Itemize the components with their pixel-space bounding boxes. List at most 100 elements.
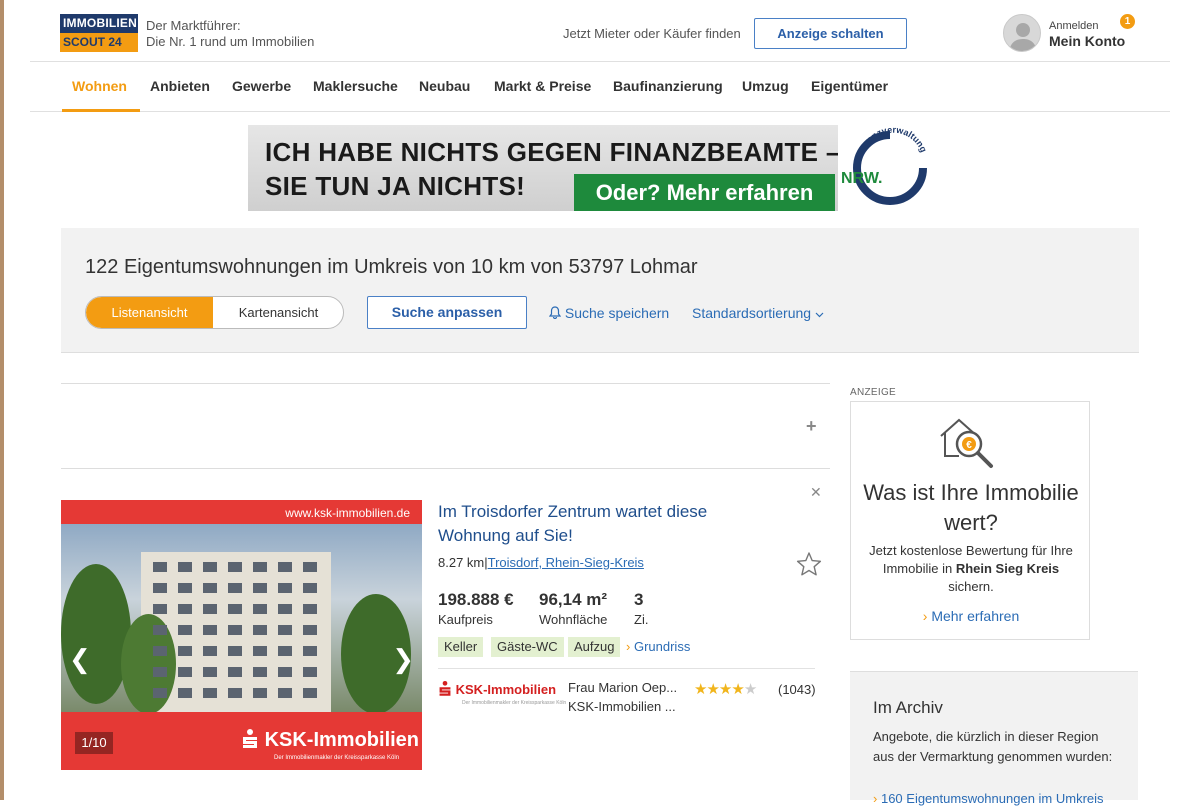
- sort-dropdown[interactable]: Standardsortierung: [692, 305, 824, 321]
- building-window: [153, 688, 167, 698]
- nav-item-anbieten[interactable]: Anbieten: [150, 78, 210, 94]
- sparkasse-s-icon: [241, 729, 265, 751]
- agent-company: KSK-Immobilien ...: [568, 699, 676, 714]
- page-left-border: [0, 0, 4, 800]
- nav-item-markt-preise[interactable]: Markt & Preise: [494, 78, 591, 94]
- nav-item-maklersuche[interactable]: Maklersuche: [313, 78, 398, 94]
- archive-link-label: 160 Eigentumswohnungen im Umkreis: [880, 791, 1104, 806]
- tree-front: [121, 614, 176, 712]
- prev-image-arrow-icon[interactable]: ❮: [69, 644, 91, 675]
- ad-text-part2: sichern.: [948, 579, 994, 594]
- chevron-right-icon: ›: [626, 639, 631, 654]
- ad-label: ANZEIGE: [850, 387, 896, 398]
- banner-cta[interactable]: Oder? Mehr erfahren: [574, 174, 835, 211]
- valuation-ad[interactable]: € Was ist Ihre Immobilie wert? Jetzt kos…: [850, 401, 1090, 640]
- chevron-down-icon: [815, 305, 824, 321]
- nav-item-gewerbe[interactable]: Gewerbe: [232, 78, 291, 94]
- avatar-icon[interactable]: [1003, 14, 1041, 52]
- svg-text:€: €: [966, 440, 972, 451]
- star-icon: ★: [731, 681, 744, 698]
- chevron-right-icon: ›: [922, 608, 928, 624]
- building-window: [278, 646, 292, 656]
- star-icon: ★: [706, 681, 719, 698]
- location-link[interactable]: Troisdorf, Rhein-Sieg-Kreis: [488, 555, 644, 570]
- tagline-line1: Der Marktführer:: [146, 18, 241, 33]
- building-window: [303, 688, 317, 698]
- building-window: [153, 625, 167, 635]
- building-window: [303, 646, 317, 656]
- ksk-image-brand-text: KSK-Immobilien: [264, 729, 420, 751]
- agent-logo[interactable]: KSK-Immobilien: [438, 680, 556, 697]
- tag-keller: Keller: [438, 637, 484, 657]
- price-kpi: 198.888 € Kaufpreis: [438, 590, 514, 627]
- building-window: [303, 583, 317, 593]
- listing-photo: ❮ ❯: [61, 524, 422, 712]
- ad-banner[interactable]: ICH HABE NICHTS GEGEN FINANZBEAMTE – SIE…: [248, 125, 952, 211]
- building-window: [203, 646, 217, 656]
- building-window: [228, 646, 242, 656]
- building-window: [178, 646, 192, 656]
- listing-image-gallery[interactable]: www.ksk-immobilien.de ❮ ❯ KSK-Immobilien…: [61, 500, 422, 770]
- view-toggle: Listenansicht Kartenansicht: [85, 296, 344, 329]
- building-window: [178, 562, 192, 572]
- floorplan-link[interactable]: › Grundriss: [626, 639, 690, 654]
- close-icon[interactable]: ✕: [810, 484, 822, 501]
- rating-count: (1043): [778, 682, 816, 697]
- nav-item-wohnen[interactable]: Wohnen: [72, 78, 127, 94]
- building-window: [303, 625, 317, 635]
- building-window: [253, 583, 267, 593]
- building-window: [203, 625, 217, 635]
- building-window: [178, 625, 192, 635]
- nav-item-eigentuemer[interactable]: Eigentümer: [811, 78, 888, 94]
- my-account-link[interactable]: Mein Konto: [1049, 33, 1125, 49]
- archive-box: Im Archiv Angebote, die kürzlich in dies…: [850, 671, 1138, 806]
- listing-title[interactable]: Im Troisdorfer Zentrum wartet diese Wohn…: [438, 500, 758, 548]
- agent-logo-sub: Der Immobilienmakler der Kreissparkasse …: [462, 700, 567, 706]
- header: IMMOBILIEN SCOUT 24 Der Marktführer: Die…: [30, 0, 1170, 62]
- listing-location: 8.27 km|Troisdorf, Rhein-Sieg-Kreis: [438, 555, 644, 570]
- building-window: [178, 667, 192, 677]
- archive-link[interactable]: › 160 Eigentumswohnungen im Umkreis: [873, 791, 1104, 806]
- login-label[interactable]: Anmelden: [1049, 20, 1099, 32]
- house-valuation-icon: €: [937, 408, 999, 470]
- chevron-right-icon: ›: [873, 791, 878, 806]
- map-view-button[interactable]: Kartenansicht: [213, 297, 343, 328]
- result-count: 122: [85, 256, 119, 278]
- nav-item-baufinanzierung[interactable]: Baufinanzierung: [613, 78, 723, 94]
- tag-gaeste-wc: Gäste-WC: [491, 637, 564, 657]
- find-tenant-text: Jetzt Mieter oder Käufer finden: [563, 26, 741, 41]
- main-nav: Wohnen Anbieten Gewerbe Maklersuche Neub…: [30, 62, 1170, 112]
- favorite-star-icon[interactable]: [796, 551, 822, 577]
- building-window: [153, 604, 167, 614]
- building-window: [278, 667, 292, 677]
- agent-logo-text: KSK-Immobilien: [455, 682, 557, 697]
- ad-text-region: Rhein Sieg Kreis: [955, 561, 1060, 576]
- ksk-image-brand: KSK-Immobilien: [241, 728, 419, 752]
- building-window: [253, 604, 267, 614]
- expand-plus-icon[interactable]: +: [806, 416, 817, 437]
- building-window: [203, 583, 217, 593]
- banner-headline-2: SIE TUN JA NICHTS!: [265, 171, 526, 201]
- building-window: [253, 625, 267, 635]
- immoscout-logo[interactable]: IMMOBILIEN SCOUT 24: [60, 14, 138, 52]
- building-window: [303, 604, 317, 614]
- area-value: 96,14 m²: [539, 590, 608, 609]
- building-window: [228, 688, 242, 698]
- nav-item-neubau[interactable]: Neubau: [419, 78, 470, 94]
- next-image-arrow-icon[interactable]: ❯: [392, 644, 414, 675]
- collapsed-ad-slot: +: [61, 383, 830, 469]
- notification-badge: 1: [1120, 14, 1135, 29]
- adjust-search-button[interactable]: Suche anpassen: [367, 296, 527, 329]
- rooms-value: 3: [634, 590, 644, 609]
- bell-icon: [548, 305, 565, 321]
- save-search-link[interactable]: Suche speichern: [548, 305, 669, 321]
- list-view-button[interactable]: Listenansicht: [86, 297, 213, 328]
- building-window: [253, 667, 267, 677]
- ksk-image-brand-sub: Der Immobilienmakler der Kreissparkasse …: [274, 755, 400, 761]
- sort-label: Standardsortierung: [692, 305, 812, 321]
- nav-item-umzug[interactable]: Umzug: [742, 78, 789, 94]
- learn-more-link[interactable]: › Mehr erfahren: [851, 608, 1091, 624]
- tagline-line2: Die Nr. 1 rund um Immobilien: [146, 34, 315, 49]
- result-title: 122 Eigentumswohnungen im Umkreis von 10…: [85, 256, 698, 279]
- place-ad-button[interactable]: Anzeige schalten: [754, 18, 907, 49]
